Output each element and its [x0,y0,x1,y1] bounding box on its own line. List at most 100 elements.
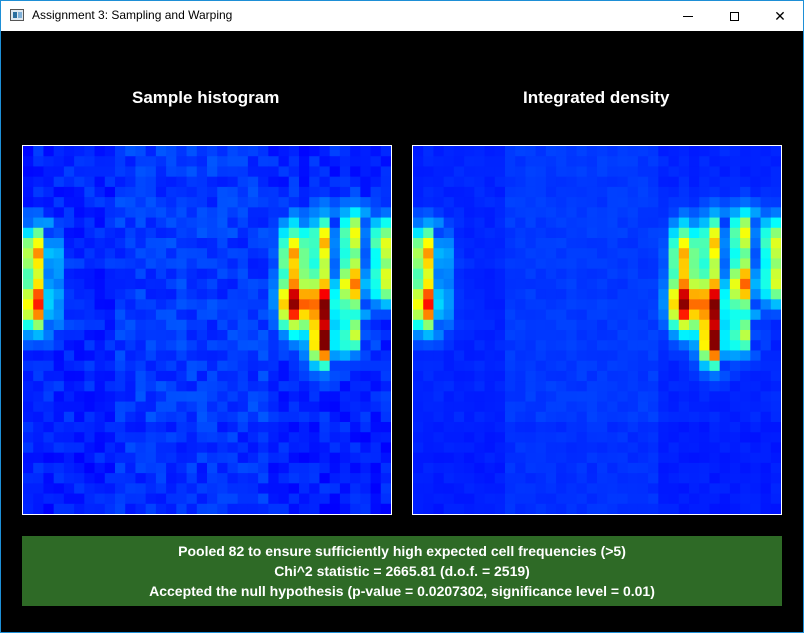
heatmap-cell [760,391,772,403]
heatmap-cell [505,462,516,474]
heatmap-cell [709,166,721,178]
heatmap-cell [370,360,382,372]
heatmap-cell [443,268,455,280]
heatmap-cell [258,503,269,514]
heatmap-cell [63,268,75,280]
heatmap-cell [63,391,75,403]
heatmap-cell [166,360,177,372]
heatmap-cell [166,330,177,341]
heatmap-cell [227,278,239,290]
heatmap-cell [278,156,290,168]
heatmap-cell [678,452,690,464]
heatmap-cell [576,442,588,454]
heatmap-cell [586,197,598,208]
heatmap-cell [319,391,331,403]
heatmap-cell [637,503,649,514]
heatmap-cell [309,278,321,290]
heatmap-cell [319,401,331,413]
heatmap-cell [43,258,55,270]
heatmap-cell [53,340,65,352]
heatmap-cell [586,452,598,464]
title-bar[interactable]: Assignment 3: Sampling and Warping ✕ [1,1,803,31]
heatmap-cell [689,299,700,311]
heatmap-cell [360,411,372,423]
heatmap-cell [329,227,341,239]
close-button[interactable]: ✕ [757,1,803,31]
heatmap-cell [53,268,65,280]
heatmap-cell [760,238,772,249]
heatmap-cell [43,197,55,208]
heatmap-cell [729,289,741,300]
heatmap-cell [443,299,455,311]
heatmap-cell [525,381,537,392]
heatmap-cell [678,299,690,311]
heatmap-cell [770,411,781,423]
heatmap-cell [370,462,382,474]
heatmap-cell [380,350,391,362]
heatmap-cell [125,278,137,290]
heatmap-cell [237,238,249,249]
heatmap-cell [104,197,116,208]
heatmap-cell [339,186,351,198]
heatmap-cell [155,473,167,484]
heatmap-cell [576,503,588,514]
heatmap-cell [155,268,167,280]
heatmap-cell [576,278,588,290]
heatmap-cell [719,248,731,260]
heatmap-cell [360,238,372,249]
heatmap-cell [760,309,772,321]
heatmap-cell [155,442,167,454]
heatmap-cell [525,350,537,362]
heatmap-cell [658,493,670,505]
heatmap-cell [617,422,629,433]
heatmap-cell [258,319,269,331]
heatmap-cell [360,462,372,474]
heatmap-cell [247,503,259,514]
heatmap-cell [53,309,65,321]
heatmap-cell [268,217,280,229]
heatmap-cell [464,146,475,157]
heatmap-cell [115,166,126,178]
heatmap-cell [699,289,711,300]
heatmap-cell [268,268,280,280]
heatmap-cell [433,350,445,362]
heatmap-cell [166,146,177,157]
heatmap-cell [699,299,711,311]
heatmap-cell [505,176,516,188]
heatmap-cell [247,146,259,157]
heatmap-cell [750,422,762,433]
heatmap-cell [227,442,239,454]
heatmap-cell [186,462,198,474]
heatmap-cell [360,217,372,229]
maximize-button[interactable] [711,1,757,31]
heatmap-cell [658,360,670,372]
heatmap-cell [258,391,269,403]
heatmap-cell [309,268,321,280]
heatmap-cell [760,483,772,495]
heatmap-cell [617,309,629,321]
heatmap-cell [247,493,259,505]
heatmap-cell [166,422,177,433]
heatmap-cell [545,381,557,392]
heatmap-cell [288,330,300,341]
heatmap-cell [566,422,578,433]
heatmap-cell [63,483,75,495]
heatmap-cell [145,278,157,290]
heatmap-cell [217,473,229,484]
minimize-button[interactable] [665,1,711,31]
heatmap-cell [750,268,762,280]
heatmap-cell [586,340,598,352]
heatmap-cell [74,319,85,331]
heatmap-cell [443,258,455,270]
heatmap-cell [484,156,496,168]
heatmap-cell [125,289,137,300]
heatmap-cell [474,156,486,168]
heatmap-cell [104,227,116,239]
heatmap-cell [329,432,341,444]
heatmap-cell [709,238,721,249]
heatmap-cell [237,248,249,260]
heatmap-cell [413,309,424,321]
heatmap-cell [658,391,670,403]
heatmap-cell [339,462,351,474]
heatmap-cell [104,176,116,188]
